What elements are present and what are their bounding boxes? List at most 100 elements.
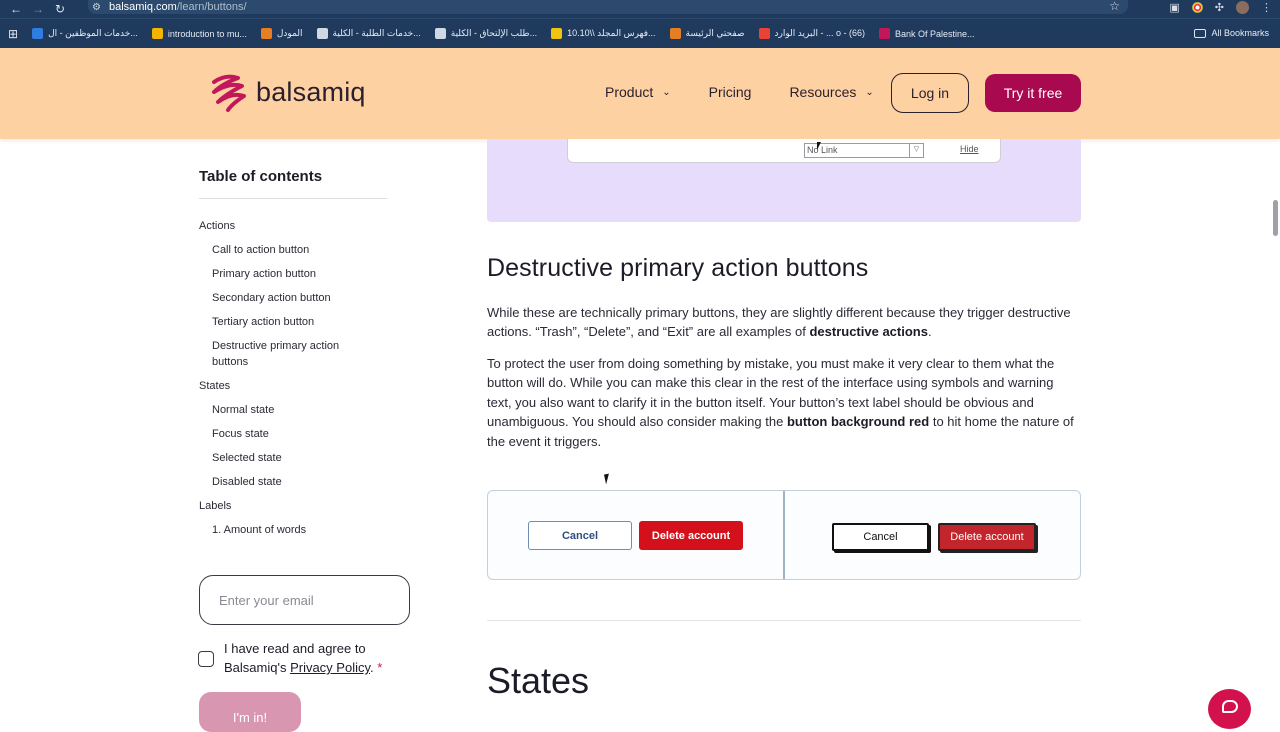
apps-grid-icon[interactable]: ⊞ xyxy=(8,27,18,41)
table-of-contents: Actions Call to action button Primary acti… xyxy=(199,218,389,546)
email-input[interactable]: Enter your email xyxy=(199,575,410,625)
demo-illustration-top: No Link ▽ Hide xyxy=(487,139,1081,222)
bookmark-item[interactable]: introduction to mu... xyxy=(151,28,247,39)
bookmark-label: introduction to mu... xyxy=(167,28,247,39)
mouse-cursor-icon xyxy=(817,142,821,150)
bookmark-label: خدمات الموظفين - ال... xyxy=(48,28,138,38)
browser-toolbar: ← → ↻ ⚙ balsamiq.com/learn/buttons/ ☆ ▣ … xyxy=(0,0,1280,18)
chat-widget-button[interactable] xyxy=(1208,689,1251,729)
demo-cancel-button-clean: Cancel xyxy=(528,521,632,550)
back-icon[interactable]: ← xyxy=(5,2,27,16)
balsamiq-logo[interactable]: balsamiq xyxy=(208,72,366,112)
demo-divider xyxy=(783,491,785,579)
bookmark-label: طلب الإلتحاق - الكلية... xyxy=(450,28,538,38)
p1-text: While these are technically primary butt… xyxy=(487,305,1071,340)
nav-resources-label: Resources xyxy=(789,84,857,100)
toc-subitem[interactable]: Normal state xyxy=(199,402,389,418)
bookmark-list: خدمات الموظفين - ال... introduction to mu… xyxy=(32,28,988,39)
forward-icon[interactable]: → xyxy=(27,2,49,16)
demo-delete-button-clean: Delete account xyxy=(639,521,743,550)
extensions-area: ▣ ✣ ⋮ xyxy=(1169,0,1272,14)
bookmark-label: فهرس المجلد \\10.10... xyxy=(567,28,656,38)
toc-subitem[interactable]: Call to action button xyxy=(199,242,389,258)
scrollbar-thumb[interactable] xyxy=(1273,200,1278,236)
chevron-down-icon: ⌄ xyxy=(662,86,671,98)
toc-subitem[interactable]: 1. Amount of words xyxy=(199,522,389,538)
toc-subitem[interactable]: Destructive primary action buttons xyxy=(199,338,359,370)
p1-end: . xyxy=(927,324,932,340)
folder-icon xyxy=(1194,28,1207,38)
bookmark-favicon-icon xyxy=(260,28,272,39)
privacy-policy-link[interactable]: Privacy Policy xyxy=(290,660,370,675)
site-info-icon[interactable]: ⚙ xyxy=(92,2,101,13)
chrome-icon[interactable] xyxy=(1191,1,1203,13)
logo-text: balsamiq xyxy=(256,76,366,107)
toc-subitem[interactable]: Primary action button xyxy=(199,266,389,282)
privacy-checkbox[interactable] xyxy=(198,651,214,667)
toc-section[interactable]: States xyxy=(199,378,389,394)
section-divider xyxy=(487,620,1081,621)
bookmark-item[interactable]: Bank Of Palestine... xyxy=(878,28,975,39)
paragraph-intro: While these are technically primary butt… xyxy=(487,303,1081,342)
bookmark-favicon-icon xyxy=(316,28,328,39)
site-header: balsamiq Product ⌄ Pricing Resources ⌄ L… xyxy=(0,48,1280,139)
demo-cancel-button-sketch: Cancel xyxy=(832,523,929,551)
toc-subitem[interactable]: Selected state xyxy=(199,450,389,466)
privacy-agreement: I have read and agree to Balsamiq's Priv… xyxy=(224,639,404,677)
profile-avatar[interactable] xyxy=(1236,0,1249,14)
url-domain: balsamiq.com xyxy=(108,1,177,13)
bookmarks-bar: ⊞ خدمات الموظفين - ال... introduction to … xyxy=(0,18,1280,48)
p2-bold: button background red xyxy=(786,414,930,430)
all-bookmarks[interactable]: All Bookmarks xyxy=(1194,28,1269,38)
toc-subitem[interactable]: Tertiary action button xyxy=(199,314,389,330)
bookmark-item[interactable]: البريد الوارد - ... o - (66) xyxy=(758,28,865,39)
nav-product[interactable]: Product ⌄ xyxy=(605,84,671,100)
all-bookmarks-label: All Bookmarks xyxy=(1211,28,1269,38)
bookmark-item[interactable]: خدمات الطلبة - الكلية... xyxy=(316,28,421,39)
required-mark: * xyxy=(373,660,383,675)
balsamiq-logo-icon xyxy=(212,74,246,112)
puzzle-icon[interactable]: ✣ xyxy=(1215,1,1224,14)
bookmark-favicon-icon xyxy=(669,28,681,39)
states-title: States xyxy=(487,660,590,701)
hide-link: Hide xyxy=(960,144,979,154)
demo-delete-button-sketch: Delete account xyxy=(938,523,1036,551)
menu-kebab-icon[interactable]: ⋮ xyxy=(1261,1,1272,14)
toc-subitem[interactable]: Disabled state xyxy=(199,474,389,490)
url-path: /learn/buttons/ xyxy=(176,1,247,13)
bookmark-favicon-icon xyxy=(151,28,163,39)
triangle-down-icon: ▽ xyxy=(909,143,923,158)
nav-pricing-label: Pricing xyxy=(708,84,752,100)
address-bar[interactable]: ⚙ balsamiq.com/learn/buttons/ ☆ xyxy=(88,0,1128,14)
demo-card: No Link ▽ Hide xyxy=(567,139,1001,163)
chevron-down-icon: ⌄ xyxy=(865,86,874,98)
toc-subitem[interactable]: Secondary action button xyxy=(199,290,389,306)
submit-button[interactable]: I'm in! xyxy=(199,692,301,732)
try-it-free-button[interactable]: Try it free xyxy=(985,74,1081,112)
bookmark-favicon-icon xyxy=(758,28,770,39)
p1-bold: destructive actions xyxy=(809,324,928,340)
nav-pricing[interactable]: Pricing xyxy=(709,84,752,100)
mouse-cursor-icon xyxy=(604,473,611,485)
nav-product-label: Product xyxy=(605,84,654,100)
bookmark-item[interactable]: صفحتي الرئيسة xyxy=(669,28,745,39)
nav-resources[interactable]: Resources ⌄ xyxy=(789,84,873,100)
toc-title: Table of contents xyxy=(199,168,323,185)
bookmark-favicon-icon xyxy=(878,28,890,39)
login-button[interactable]: Log in xyxy=(891,73,969,113)
toc-section[interactable]: Labels xyxy=(199,498,389,514)
bookmark-item[interactable]: طلب الإلتحاق - الكلية... xyxy=(434,28,538,39)
toc-section[interactable]: Actions xyxy=(199,218,389,234)
button-comparison-demo: Cancel Delete account Cancel Delete acco… xyxy=(487,490,1081,580)
bookmark-item[interactable]: فهرس المجلد \\10.10... xyxy=(551,28,656,39)
bookmark-item[interactable]: خدمات الموظفين - ال... xyxy=(32,28,138,39)
toc-subitem[interactable]: Focus state xyxy=(199,426,389,442)
bookmark-label: صفحتي الرئيسة xyxy=(685,28,745,38)
bookmark-star-icon[interactable]: ☆ xyxy=(1109,0,1120,13)
bookmark-favicon-icon xyxy=(32,28,44,39)
chat-icon xyxy=(1221,700,1238,713)
extension-icon[interactable]: ▣ xyxy=(1169,1,1179,14)
link-select-value: No Link xyxy=(807,145,838,155)
bookmark-item[interactable]: المودل xyxy=(260,28,303,39)
reload-icon[interactable]: ↻ xyxy=(49,2,71,16)
